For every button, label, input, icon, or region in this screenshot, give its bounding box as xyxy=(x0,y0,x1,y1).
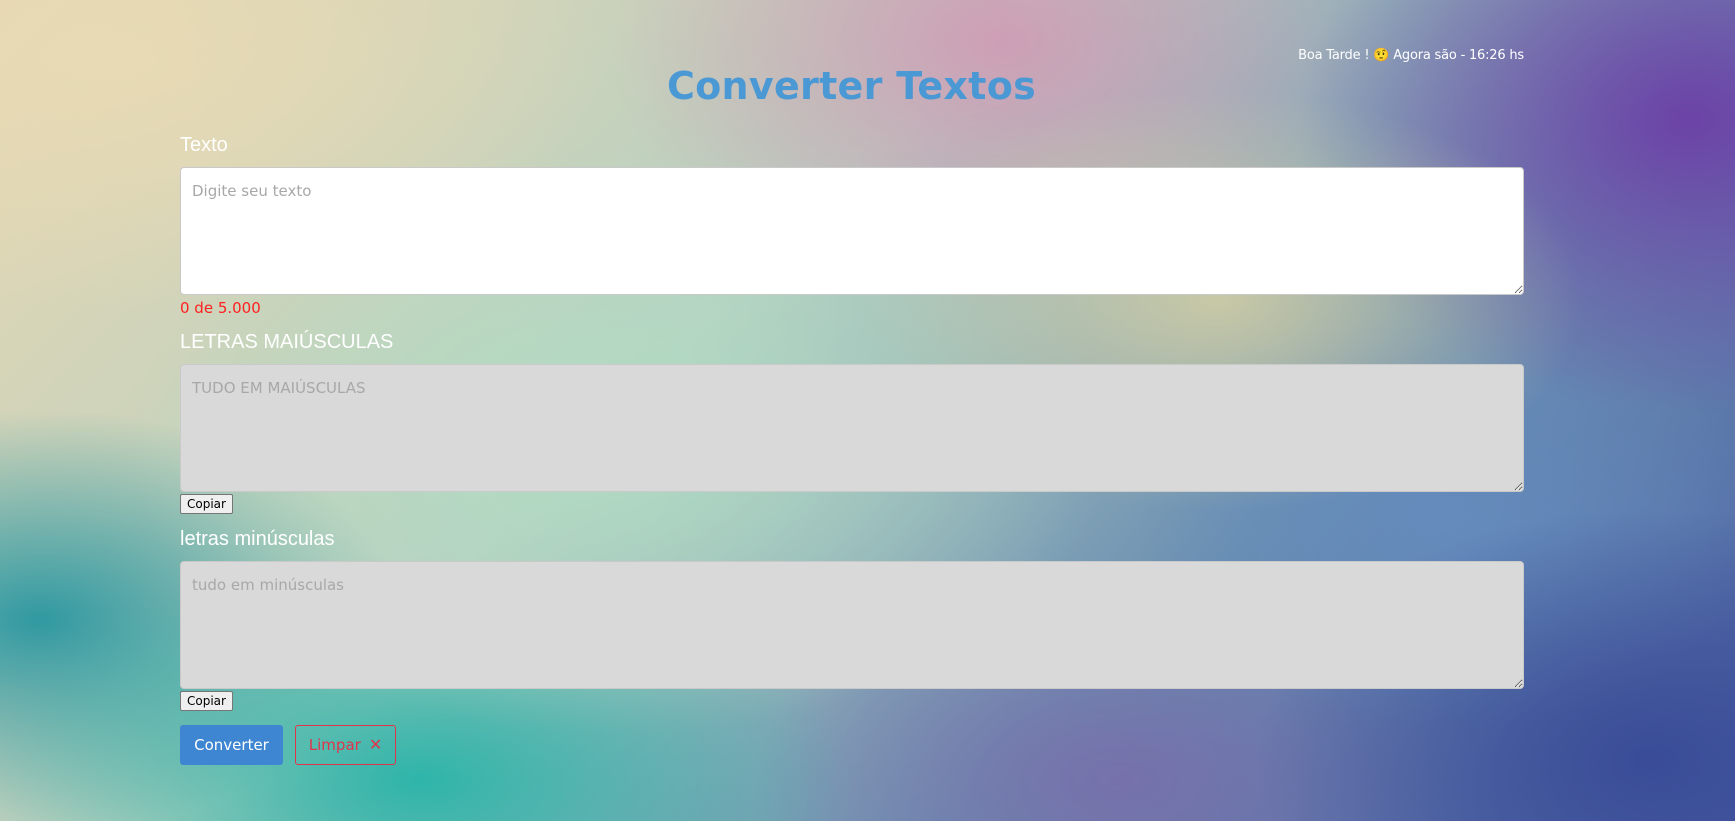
clear-button-label: Limpar xyxy=(308,736,361,754)
convert-button[interactable]: Converter xyxy=(180,725,283,765)
text-input[interactable] xyxy=(180,167,1524,295)
clear-button[interactable]: Limpar ✕ xyxy=(295,725,396,765)
lowercase-output[interactable] xyxy=(180,561,1524,689)
copy-uppercase-button[interactable]: Copiar xyxy=(180,494,233,514)
copy-lowercase-button[interactable]: Copiar xyxy=(180,691,233,711)
uppercase-output[interactable] xyxy=(180,364,1524,492)
character-counter: 0 de 5.000 xyxy=(180,299,261,317)
input-label: Texto xyxy=(180,134,228,156)
close-icon: ✕ xyxy=(368,735,383,754)
uppercase-label: LETRAS MAIÚSCULAS xyxy=(180,331,394,353)
page-title: Converter Textos xyxy=(666,64,1037,108)
greeting-clock: Boa Tarde ! 🤨 Agora são - 16:26 hs xyxy=(1298,48,1524,63)
lowercase-label: letras minúsculas xyxy=(180,528,335,550)
